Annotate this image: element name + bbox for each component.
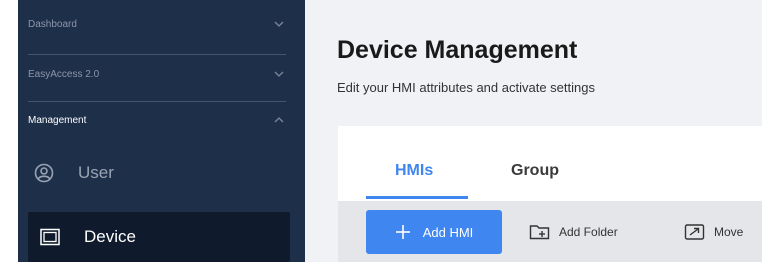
tab-hmis[interactable]: HMIs	[395, 162, 433, 180]
user-circle-icon	[34, 163, 54, 183]
sidebar-divider	[28, 54, 286, 55]
sidebar-item-label: Device	[84, 227, 136, 246]
add-folder-icon	[529, 225, 550, 240]
content-panel: HMIs Group Add HMI Add Folder Move	[338, 126, 762, 262]
page-title: Device Management	[337, 36, 578, 64]
toolbar: Add HMI Add Folder Move	[338, 201, 762, 262]
add-folder-label: Add Folder	[559, 225, 618, 239]
sidebar-group-label: EasyAccess 2.0	[28, 68, 100, 80]
sidebar-group-dashboard[interactable]: Dashboard	[28, 14, 286, 34]
active-tab-indicator	[366, 196, 468, 199]
chevron-up-icon	[274, 117, 284, 123]
add-folder-button[interactable]: Add Folder	[529, 210, 618, 254]
move-icon	[684, 224, 705, 240]
plus-icon	[395, 225, 410, 239]
chevron-down-icon	[274, 71, 284, 77]
app-window: Dashboard EasyAccess 2.0 Management User…	[0, 0, 762, 262]
page-subtitle: Edit your HMI attributes and activate se…	[337, 80, 595, 95]
sidebar-group-label: Management	[28, 114, 87, 126]
tab-group[interactable]: Group	[511, 162, 559, 180]
sidebar-group-management[interactable]: Management	[28, 110, 286, 130]
chevron-down-icon	[274, 21, 284, 27]
add-hmi-label: Add HMI	[422, 224, 474, 240]
sidebar-item-device[interactable]: Device	[28, 212, 290, 262]
sidebar-divider	[28, 101, 286, 102]
device-screen-icon	[40, 228, 60, 246]
sidebar-group-label: Dashboard	[28, 18, 77, 30]
sidebar-item-user[interactable]: User	[28, 157, 286, 189]
sidebar-group-easyaccess[interactable]: EasyAccess 2.0	[28, 64, 286, 84]
sidebar-item-label: User	[78, 163, 114, 182]
move-label: Move	[714, 225, 744, 239]
main-content: Device Management Edit your HMI attribut…	[305, 0, 762, 262]
sidebar: Dashboard EasyAccess 2.0 Management User…	[0, 0, 305, 262]
move-button[interactable]: Move	[684, 210, 743, 254]
add-hmi-button[interactable]: Add HMI	[366, 210, 502, 254]
